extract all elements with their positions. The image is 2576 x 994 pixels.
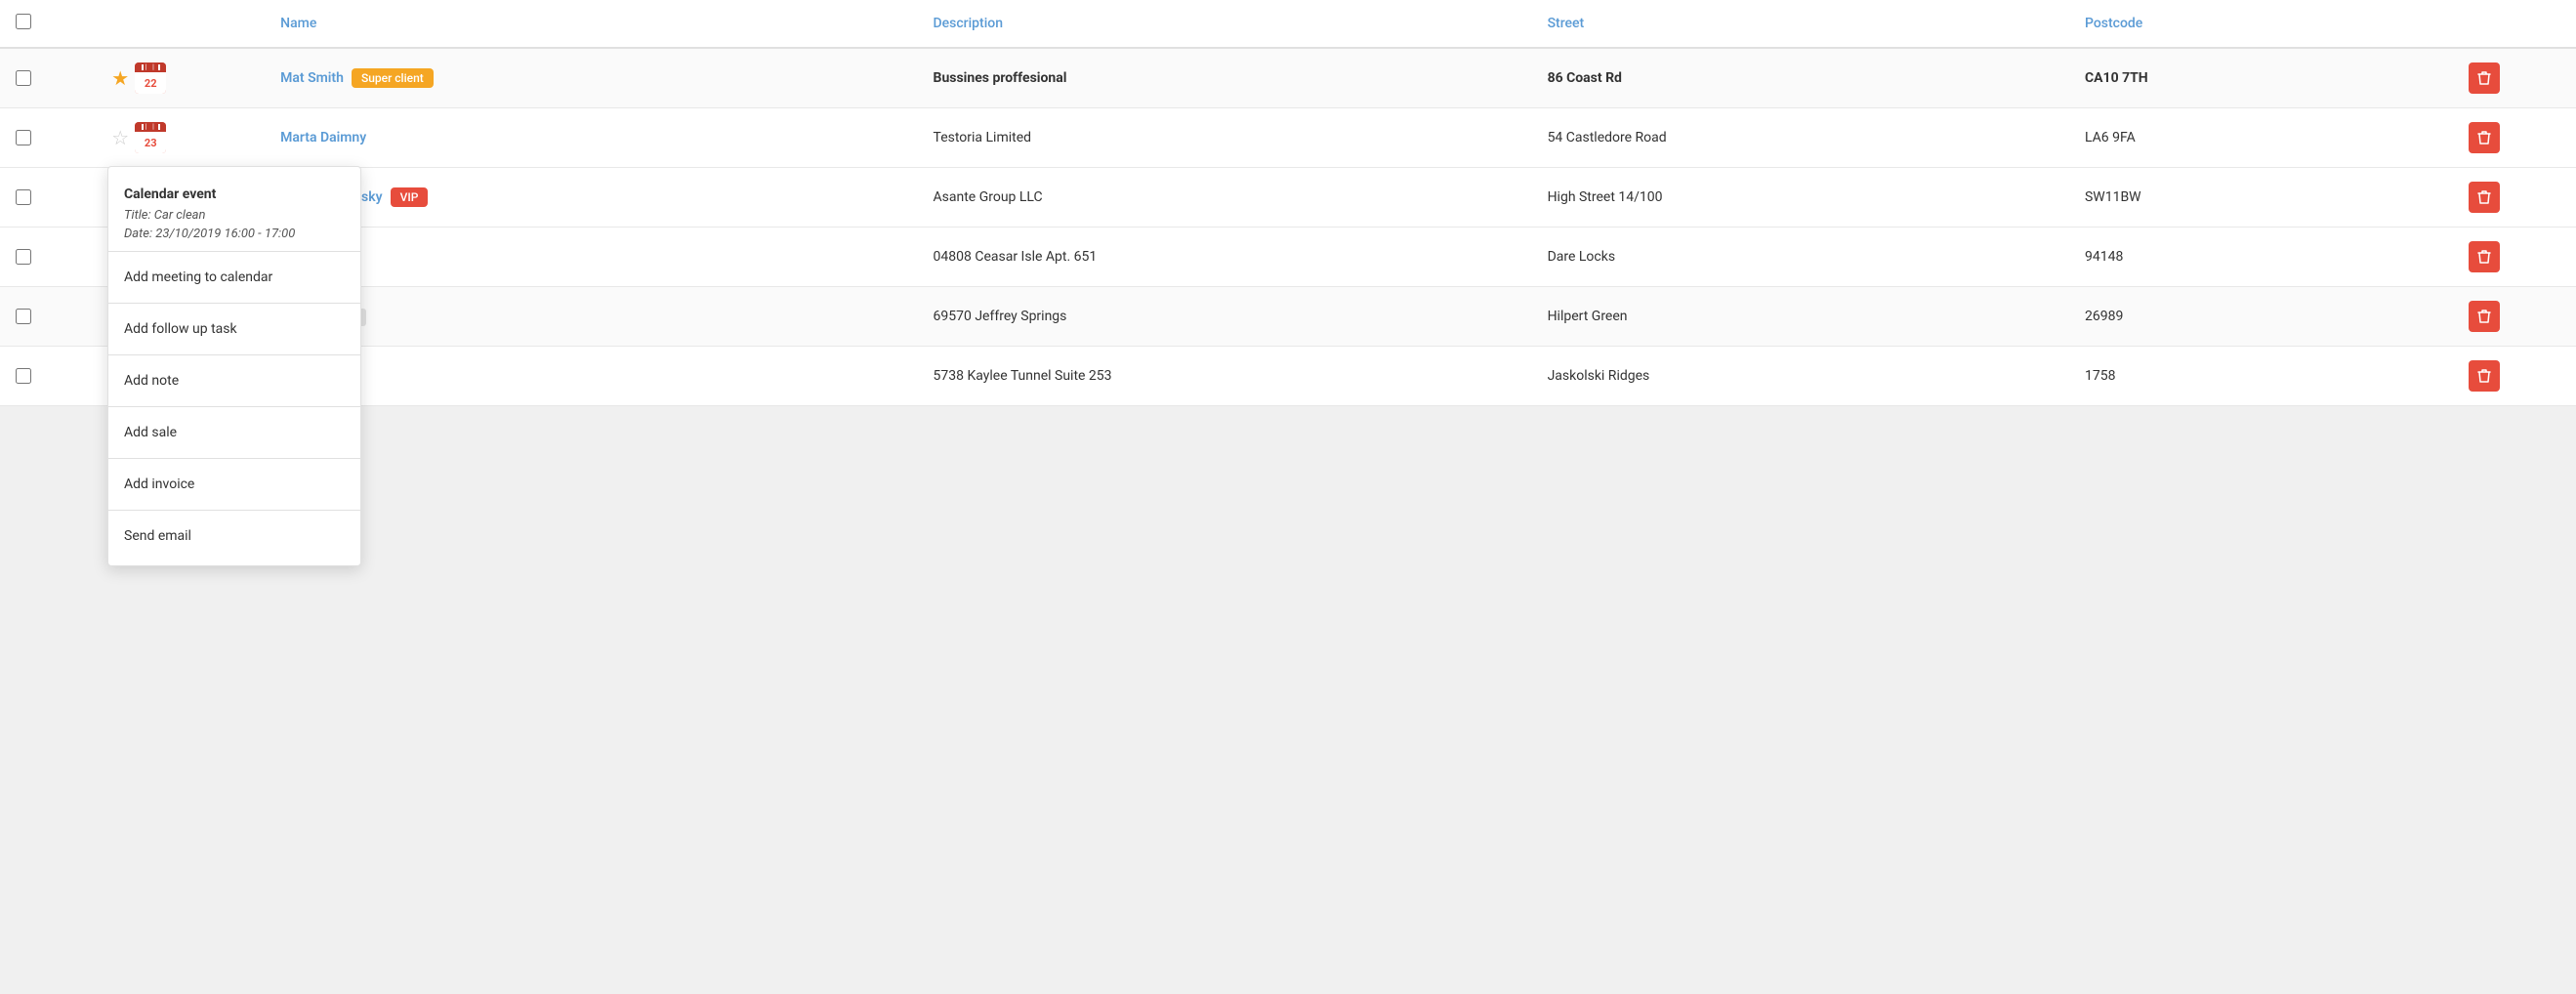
- popup-info-title: Title: Car clean: [108, 206, 360, 225]
- popup-menu-item[interactable]: Add follow up task: [108, 311, 360, 347]
- postcode-cell: 26989: [2069, 287, 2453, 347]
- contact-name-link[interactable]: Mat Smith: [280, 70, 344, 86]
- table-row: ★ | | 22 Mat Smith Super client Bussines p…: [0, 48, 2576, 108]
- description-header: Description: [918, 0, 1532, 48]
- description-cell: Asante Group LLC: [918, 168, 1532, 228]
- description-cell: 04808 Ceasar Isle Apt. 651: [918, 228, 1532, 287]
- table-row: ☆04808 Ceasar Isle Apt. 651Dare Locks941…: [0, 228, 2576, 287]
- popup-menu-divider: [108, 354, 360, 355]
- popup-menu-item[interactable]: Add note: [108, 363, 360, 398]
- description-cell: Testoria Limited: [918, 108, 1532, 168]
- street-cell: 86 Coast Rd: [1532, 48, 2069, 108]
- popup-menu: Add meeting to calendar Add follow up tas…: [108, 260, 360, 554]
- name-header: Name: [265, 0, 917, 48]
- delete-button[interactable]: [2469, 182, 2500, 213]
- row-checkbox[interactable]: [16, 309, 31, 324]
- action-header: [2453, 0, 2576, 48]
- contacts-table: Name Description Street Postcode ★ | | 2…: [0, 0, 2576, 406]
- star-icon[interactable]: ★: [111, 66, 129, 90]
- popup-menu-item[interactable]: Send email: [108, 518, 360, 554]
- popup-info-date: Date: 23/10/2019 16:00 - 17:00: [108, 225, 360, 243]
- postcode-cell: 94148: [2069, 228, 2453, 287]
- popup-menu-divider: [108, 458, 360, 459]
- street-cell: Jaskolski Ridges: [1532, 347, 2069, 406]
- popup-menu-item[interactable]: Add invoice: [108, 467, 360, 502]
- row-checkbox[interactable]: [16, 70, 31, 86]
- postcode-cell: 1758: [2069, 347, 2453, 406]
- context-popup: Calendar event Title: Car clean Date: 23…: [107, 166, 361, 566]
- description-cell: 5738 Kaylee Tunnel Suite 253: [918, 347, 1532, 406]
- popup-menu-divider: [108, 510, 360, 511]
- bottom-area: [0, 406, 2576, 699]
- description-cell: Bussines proffesional: [918, 48, 1532, 108]
- delete-button[interactable]: [2469, 122, 2500, 153]
- row-checkbox[interactable]: [16, 368, 31, 384]
- popup-menu-item[interactable]: Add sale: [108, 415, 360, 450]
- delete-button[interactable]: [2469, 241, 2500, 272]
- calendar-icon[interactable]: | | 22: [135, 62, 166, 94]
- street-header: Street: [1532, 0, 2069, 48]
- delete-button[interactable]: [2469, 301, 2500, 332]
- row-checkbox[interactable]: [16, 189, 31, 205]
- table-row: ☆ | | 23 Martin KowalskyVIPAsante Group …: [0, 168, 2576, 228]
- contact-badge: Super client: [352, 68, 434, 88]
- popup-menu-divider: [108, 303, 360, 304]
- contact-name-link[interactable]: Marta Daimny: [280, 130, 366, 145]
- contact-badge: VIP: [391, 187, 429, 207]
- postcode-cell: LA6 9FA: [2069, 108, 2453, 168]
- street-cell: 54 Castledore Road: [1532, 108, 2069, 168]
- postcode-cell: SW11BW: [2069, 168, 2453, 228]
- table-row: ☆ | | 23 Marta Daimny Testoria Limited54 …: [0, 108, 2576, 168]
- select-all-checkbox[interactable]: [16, 14, 31, 29]
- popup-menu-item[interactable]: Add meeting to calendar: [108, 260, 360, 295]
- row-checkbox[interactable]: [16, 249, 31, 265]
- description-cell: 69570 Jeffrey Springs: [918, 287, 1532, 347]
- popup-divider: [108, 251, 360, 252]
- popup-header: Calendar event: [108, 179, 360, 206]
- select-all-header: [0, 0, 96, 48]
- table-row: ☆tag2tag369570 Jeffrey SpringsHilpert Gr…: [0, 287, 2576, 347]
- popup-title: Calendar event: [124, 186, 345, 202]
- popup-menu-divider: [108, 406, 360, 407]
- street-cell: Dare Locks: [1532, 228, 2069, 287]
- table-row: ☆5738 Kaylee Tunnel Suite 253Jaskolski R…: [0, 347, 2576, 406]
- row-checkbox[interactable]: [16, 130, 31, 145]
- street-cell: Hilpert Green: [1532, 287, 2069, 347]
- postcode-cell: CA10 7TH: [2069, 48, 2453, 108]
- postcode-header: Postcode: [2069, 0, 2453, 48]
- delete-button[interactable]: [2469, 360, 2500, 392]
- street-cell: High Street 14/100: [1532, 168, 2069, 228]
- star-icon[interactable]: ☆: [111, 126, 129, 149]
- icons-header: [96, 0, 265, 48]
- delete-button[interactable]: [2469, 62, 2500, 94]
- calendar-icon[interactable]: | | 23: [135, 122, 166, 153]
